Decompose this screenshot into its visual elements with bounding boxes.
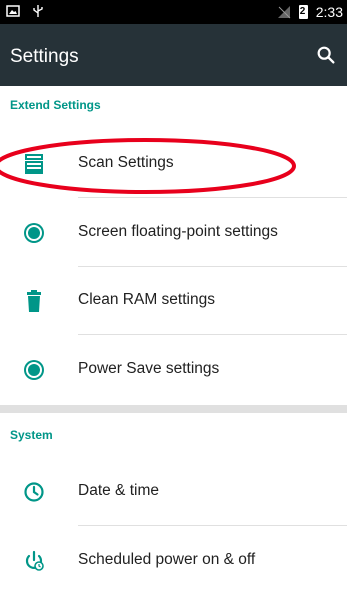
divider (78, 525, 347, 526)
divider (78, 197, 347, 198)
page-title: Settings (10, 46, 79, 67)
date-time-label: Date & time (78, 482, 159, 499)
scheduled-power-icon (25, 550, 44, 571)
section-header-system: System (10, 428, 53, 442)
usb-icon (33, 5, 43, 17)
search-icon[interactable] (315, 44, 337, 66)
scan-settings-label: Scan Settings (78, 154, 174, 171)
scan-settings-item[interactable]: Scan Settings (0, 130, 347, 198)
power-save-icon (24, 360, 44, 380)
battery-icon: 2 (298, 5, 308, 19)
status-bar: 2 2:33 (0, 0, 347, 24)
clean-ram-settings-label: Clean RAM settings (78, 291, 215, 308)
scheduled-power-item[interactable]: Scheduled power on & off (0, 527, 347, 595)
floating-button-icon (24, 223, 44, 243)
power-save-settings-item[interactable]: Power Save settings (0, 336, 347, 404)
section-divider (0, 405, 347, 413)
date-time-item[interactable]: Date & time (0, 458, 347, 526)
section-header-extend-settings: Extend Settings (10, 98, 101, 112)
floating-point-settings-item[interactable]: Screen floating-point settings (0, 199, 347, 267)
scheduled-power-label: Scheduled power on & off (78, 551, 256, 568)
app-bar: Settings (0, 24, 347, 86)
divider (78, 334, 347, 335)
clean-ram-settings-item[interactable]: Clean RAM settings (0, 267, 347, 335)
floating-point-settings-label: Screen floating-point settings (78, 223, 278, 240)
trash-icon (27, 290, 41, 312)
image-notification-icon (6, 5, 20, 17)
clock-time: 2:33 (315, 4, 343, 20)
clock-icon (24, 482, 44, 502)
no-signal-icon (277, 6, 291, 19)
power-save-settings-label: Power Save settings (78, 360, 220, 377)
scanner-icon (25, 154, 43, 174)
battery-level-text: 2 (299, 6, 306, 17)
